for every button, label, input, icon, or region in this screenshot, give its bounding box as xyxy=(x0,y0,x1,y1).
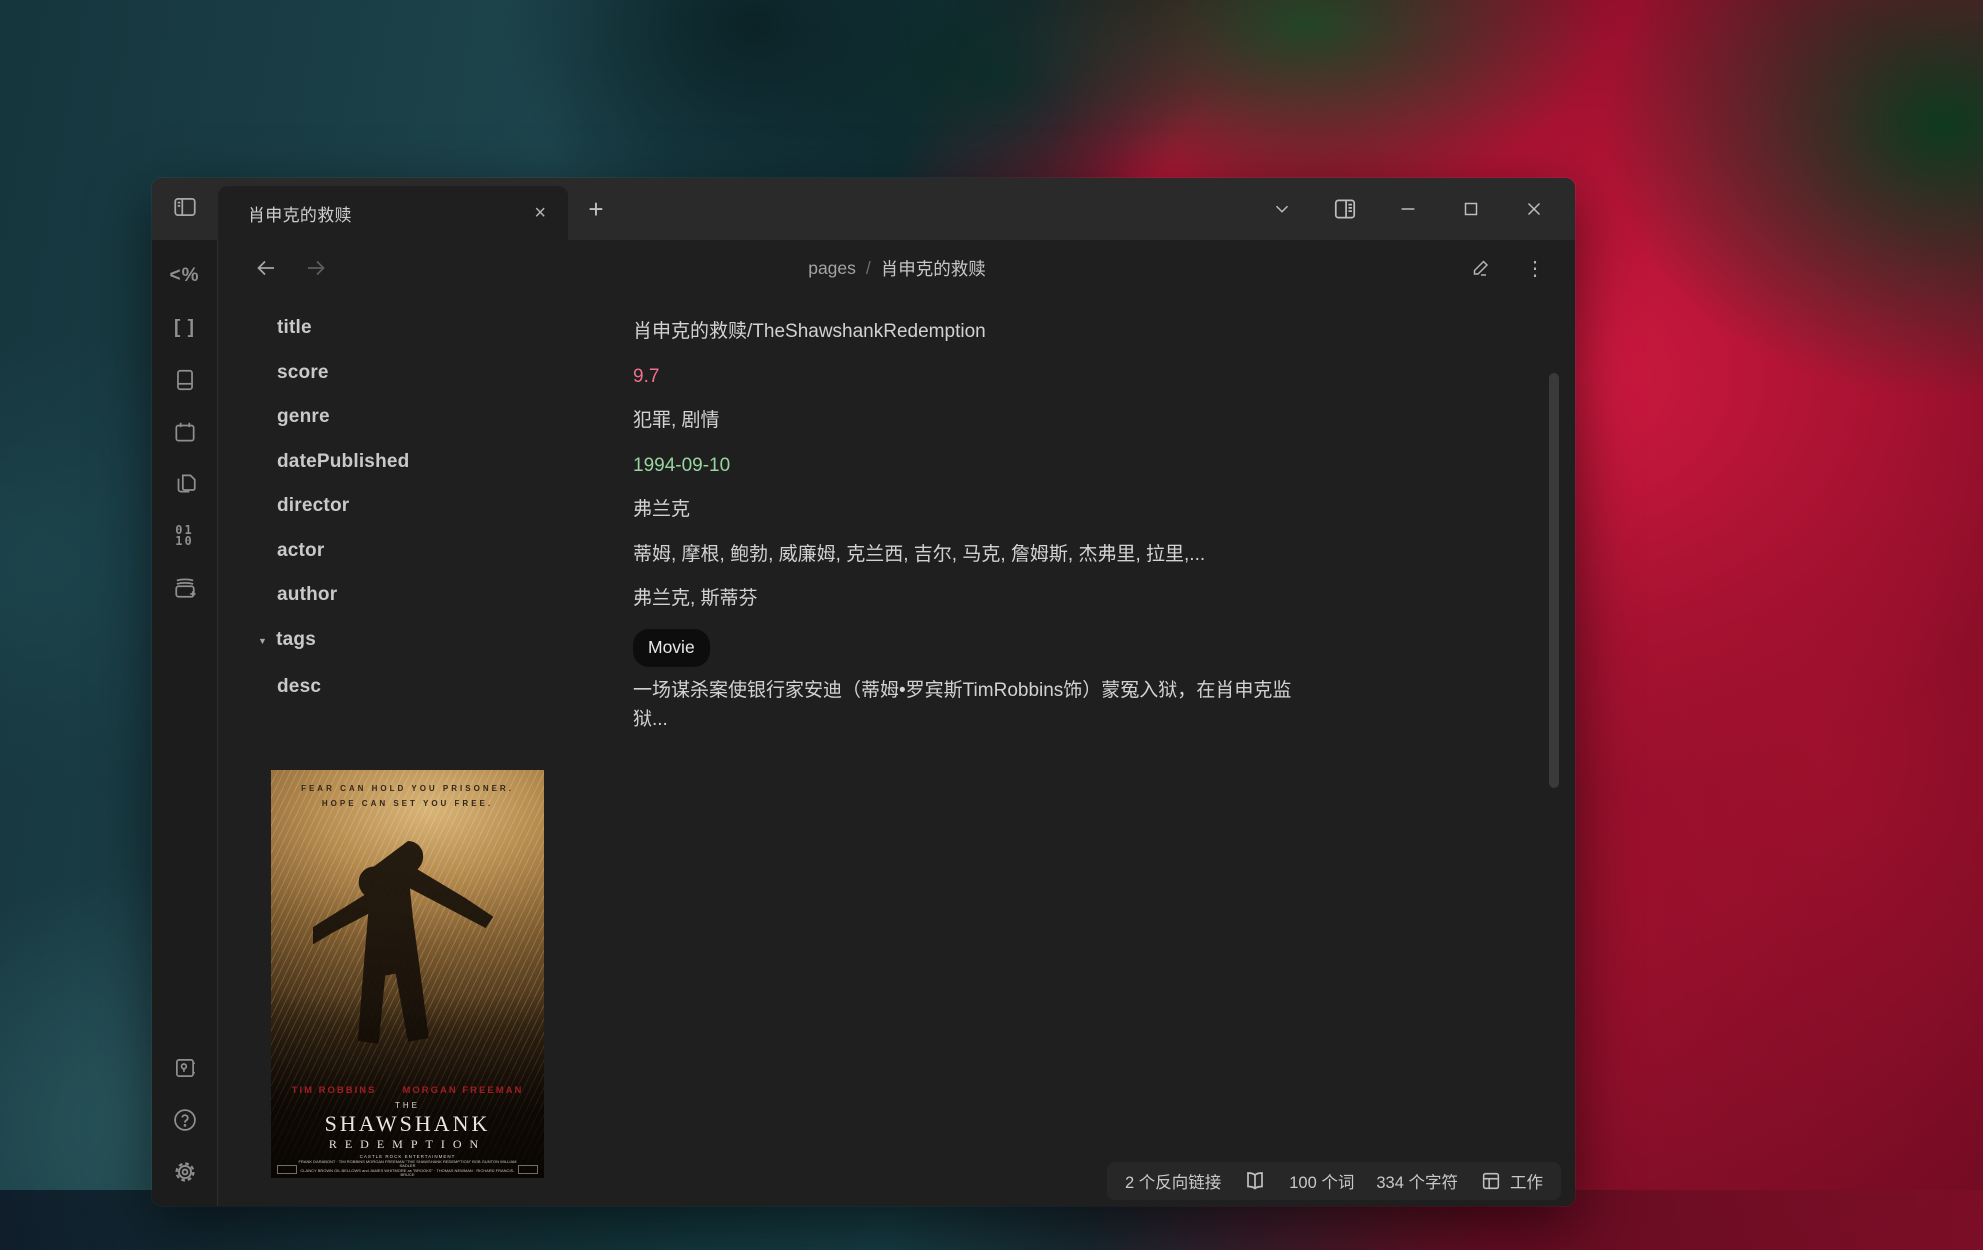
back-arrow-icon[interactable] xyxy=(253,255,279,281)
poster-rating-logo xyxy=(518,1165,538,1174)
help-icon[interactable] xyxy=(159,1094,211,1146)
attr-value-desc[interactable]: 一场谋杀案使银行家安迪（蒂姆•罗宾斯TimRobbins饰）蒙冤入狱，在肖申克监… xyxy=(633,667,1313,734)
book-open-icon[interactable] xyxy=(1243,1169,1267,1193)
notebook-icon[interactable] xyxy=(159,354,211,406)
copies-icon[interactable] xyxy=(159,458,211,510)
attr-key-desc: desc xyxy=(219,667,633,698)
attr-key-score: score xyxy=(219,353,633,384)
poster-actor-left: TIM ROBBINS xyxy=(292,1085,377,1096)
tab-title: 肖申克的救赎 xyxy=(248,201,530,226)
attr-key-genre: genre xyxy=(219,397,633,428)
edit-pencil-icon[interactable] xyxy=(1467,254,1495,282)
split-view-icon[interactable] xyxy=(1332,196,1358,222)
poster-studio-logo xyxy=(277,1165,297,1174)
poster-title-the: THE xyxy=(271,1101,544,1110)
character-count: 334 个字符 xyxy=(1376,1169,1458,1193)
editor-content: pages / 肖申克的救赎 ⋮ title 肖申克的救赎/TheShawsha… xyxy=(219,240,1575,1206)
collapse-arrow-icon[interactable]: ▼ xyxy=(258,636,267,646)
table-row: genre 犯罪, 剧情 xyxy=(219,397,1575,442)
status-bar: 2 个反向链接 100 个词 334 个字符 工作 xyxy=(1107,1162,1561,1200)
brackets-icon-glyph: [ ] xyxy=(174,317,195,339)
attr-key-tags-label: tags xyxy=(276,629,316,651)
binary-icon-glyph: 0110 xyxy=(175,525,193,547)
poster-actor-right: MORGAN FREEMAN xyxy=(402,1085,523,1096)
poster-actor-names: TIM ROBBINS MORGAN FREEMAN xyxy=(271,1085,544,1096)
attr-value-title[interactable]: 肖申克的救赎/TheShawshankRedemption xyxy=(633,308,1313,346)
document-toolbar: pages / 肖申克的救赎 ⋮ xyxy=(219,240,1575,296)
attr-key-title: title xyxy=(219,308,633,339)
attr-value-genre[interactable]: 犯罪, 剧情 xyxy=(633,397,1313,435)
attr-key-actor: actor xyxy=(219,531,633,562)
template-icon-glyph: <% xyxy=(170,265,200,287)
chevron-down-icon[interactable] xyxy=(1269,196,1295,222)
new-tab-button[interactable]: + xyxy=(568,178,624,240)
poster-title-line2: REDEMPTION xyxy=(271,1137,544,1152)
tag-pill-movie[interactable]: Movie xyxy=(633,629,710,667)
app-window: 肖申克的救赎 × + xyxy=(152,178,1575,1206)
dock-toggle-button[interactable] xyxy=(152,178,218,240)
calendar-icon[interactable] xyxy=(159,406,211,458)
word-count: 100 个词 xyxy=(1289,1169,1354,1193)
breadcrumb-separator: / xyxy=(866,258,871,279)
attr-value-author[interactable]: 弗兰克, 斯蒂芬 xyxy=(633,575,1313,613)
nav-arrows xyxy=(253,240,329,296)
table-row: desc 一场谋杀案使银行家安迪（蒂姆•罗宾斯TimRobbins饰）蒙冤入狱，… xyxy=(219,667,1575,734)
attribute-table: title 肖申克的救赎/TheShawshankRedemption scor… xyxy=(219,308,1575,734)
template-icon[interactable]: <% xyxy=(159,250,211,302)
backlinks-count[interactable]: 2 个反向链接 xyxy=(1125,1169,1221,1193)
brackets-icon[interactable]: [ ] xyxy=(159,302,211,354)
table-row: director 弗兰克 xyxy=(219,486,1575,531)
toolbar-actions: ⋮ xyxy=(1467,240,1549,296)
attr-value-score[interactable]: 9.7 xyxy=(633,353,1313,391)
attr-value-datePublished[interactable]: 1994-09-10 xyxy=(633,442,1313,480)
left-dock: <% [ ] 0110 xyxy=(152,240,218,1206)
workspace-label: 工作 xyxy=(1510,1169,1543,1193)
attr-key-author: author xyxy=(219,575,633,606)
table-row: title 肖申克的救赎/TheShawshankRedemption xyxy=(219,308,1575,353)
breadcrumb-parent[interactable]: pages xyxy=(808,258,856,279)
panel-left-icon xyxy=(172,194,198,225)
titlebar-drag-region xyxy=(624,178,1269,240)
safe-icon[interactable] xyxy=(159,1042,211,1094)
titlebar: 肖申克的救赎 × + xyxy=(152,178,1575,240)
tab-active[interactable]: 肖申克的救赎 × xyxy=(218,186,568,240)
attr-value-director[interactable]: 弗兰克 xyxy=(633,486,1313,524)
minimize-icon[interactable] xyxy=(1395,196,1421,222)
attr-key-director: director xyxy=(219,486,633,517)
breadcrumb-current[interactable]: 肖申克的救赎 xyxy=(881,256,986,281)
breadcrumb: pages / 肖申克的救赎 xyxy=(808,256,986,281)
forward-arrow-icon[interactable] xyxy=(303,255,329,281)
table-row: actor 蒂姆, 摩根, 鲍勃, 威廉姆, 克兰西, 吉尔, 马克, 詹姆斯,… xyxy=(219,531,1575,576)
maximize-icon[interactable] xyxy=(1458,196,1484,222)
attr-key-tags: ▼ tags xyxy=(219,620,633,651)
attr-key-datePublished: datePublished xyxy=(219,442,633,473)
close-window-icon[interactable] xyxy=(1521,196,1547,222)
settings-gear-icon[interactable] xyxy=(159,1146,211,1198)
poster-studio-line: CASTLE ROCK ENTERTAINMENT xyxy=(271,1154,544,1159)
add-card-icon[interactable] xyxy=(159,562,211,614)
table-row: ▼ tags Movie xyxy=(219,620,1575,667)
window-controls xyxy=(1269,178,1575,240)
workspace-icon xyxy=(1480,1170,1502,1192)
table-row: score 9.7 xyxy=(219,353,1575,398)
table-row: datePublished 1994-09-10 xyxy=(219,442,1575,487)
attr-value-tags: Movie xyxy=(633,620,1313,667)
movie-poster[interactable]: FEAR CAN HOLD YOU PRISONER. HOPE CAN SET… xyxy=(271,770,544,1178)
kebab-menu-icon[interactable]: ⋮ xyxy=(1521,254,1549,282)
table-row: author 弗兰克, 斯蒂芬 xyxy=(219,575,1575,620)
poster-title-line1: SHAWSHANK xyxy=(271,1111,544,1137)
poster-credits-block: FRANK DARABONT · TIM ROBBINS MORGAN FREE… xyxy=(297,1160,518,1178)
tab-close-icon[interactable]: × xyxy=(530,203,550,223)
binary-icon[interactable]: 0110 xyxy=(159,510,211,562)
attr-value-actor[interactable]: 蒂姆, 摩根, 鲍勃, 威廉姆, 克兰西, 吉尔, 马克, 詹姆斯, 杰弗里, … xyxy=(633,531,1313,569)
vertical-scrollbar-thumb[interactable] xyxy=(1549,373,1559,788)
workspace-switcher[interactable]: 工作 xyxy=(1480,1169,1543,1193)
